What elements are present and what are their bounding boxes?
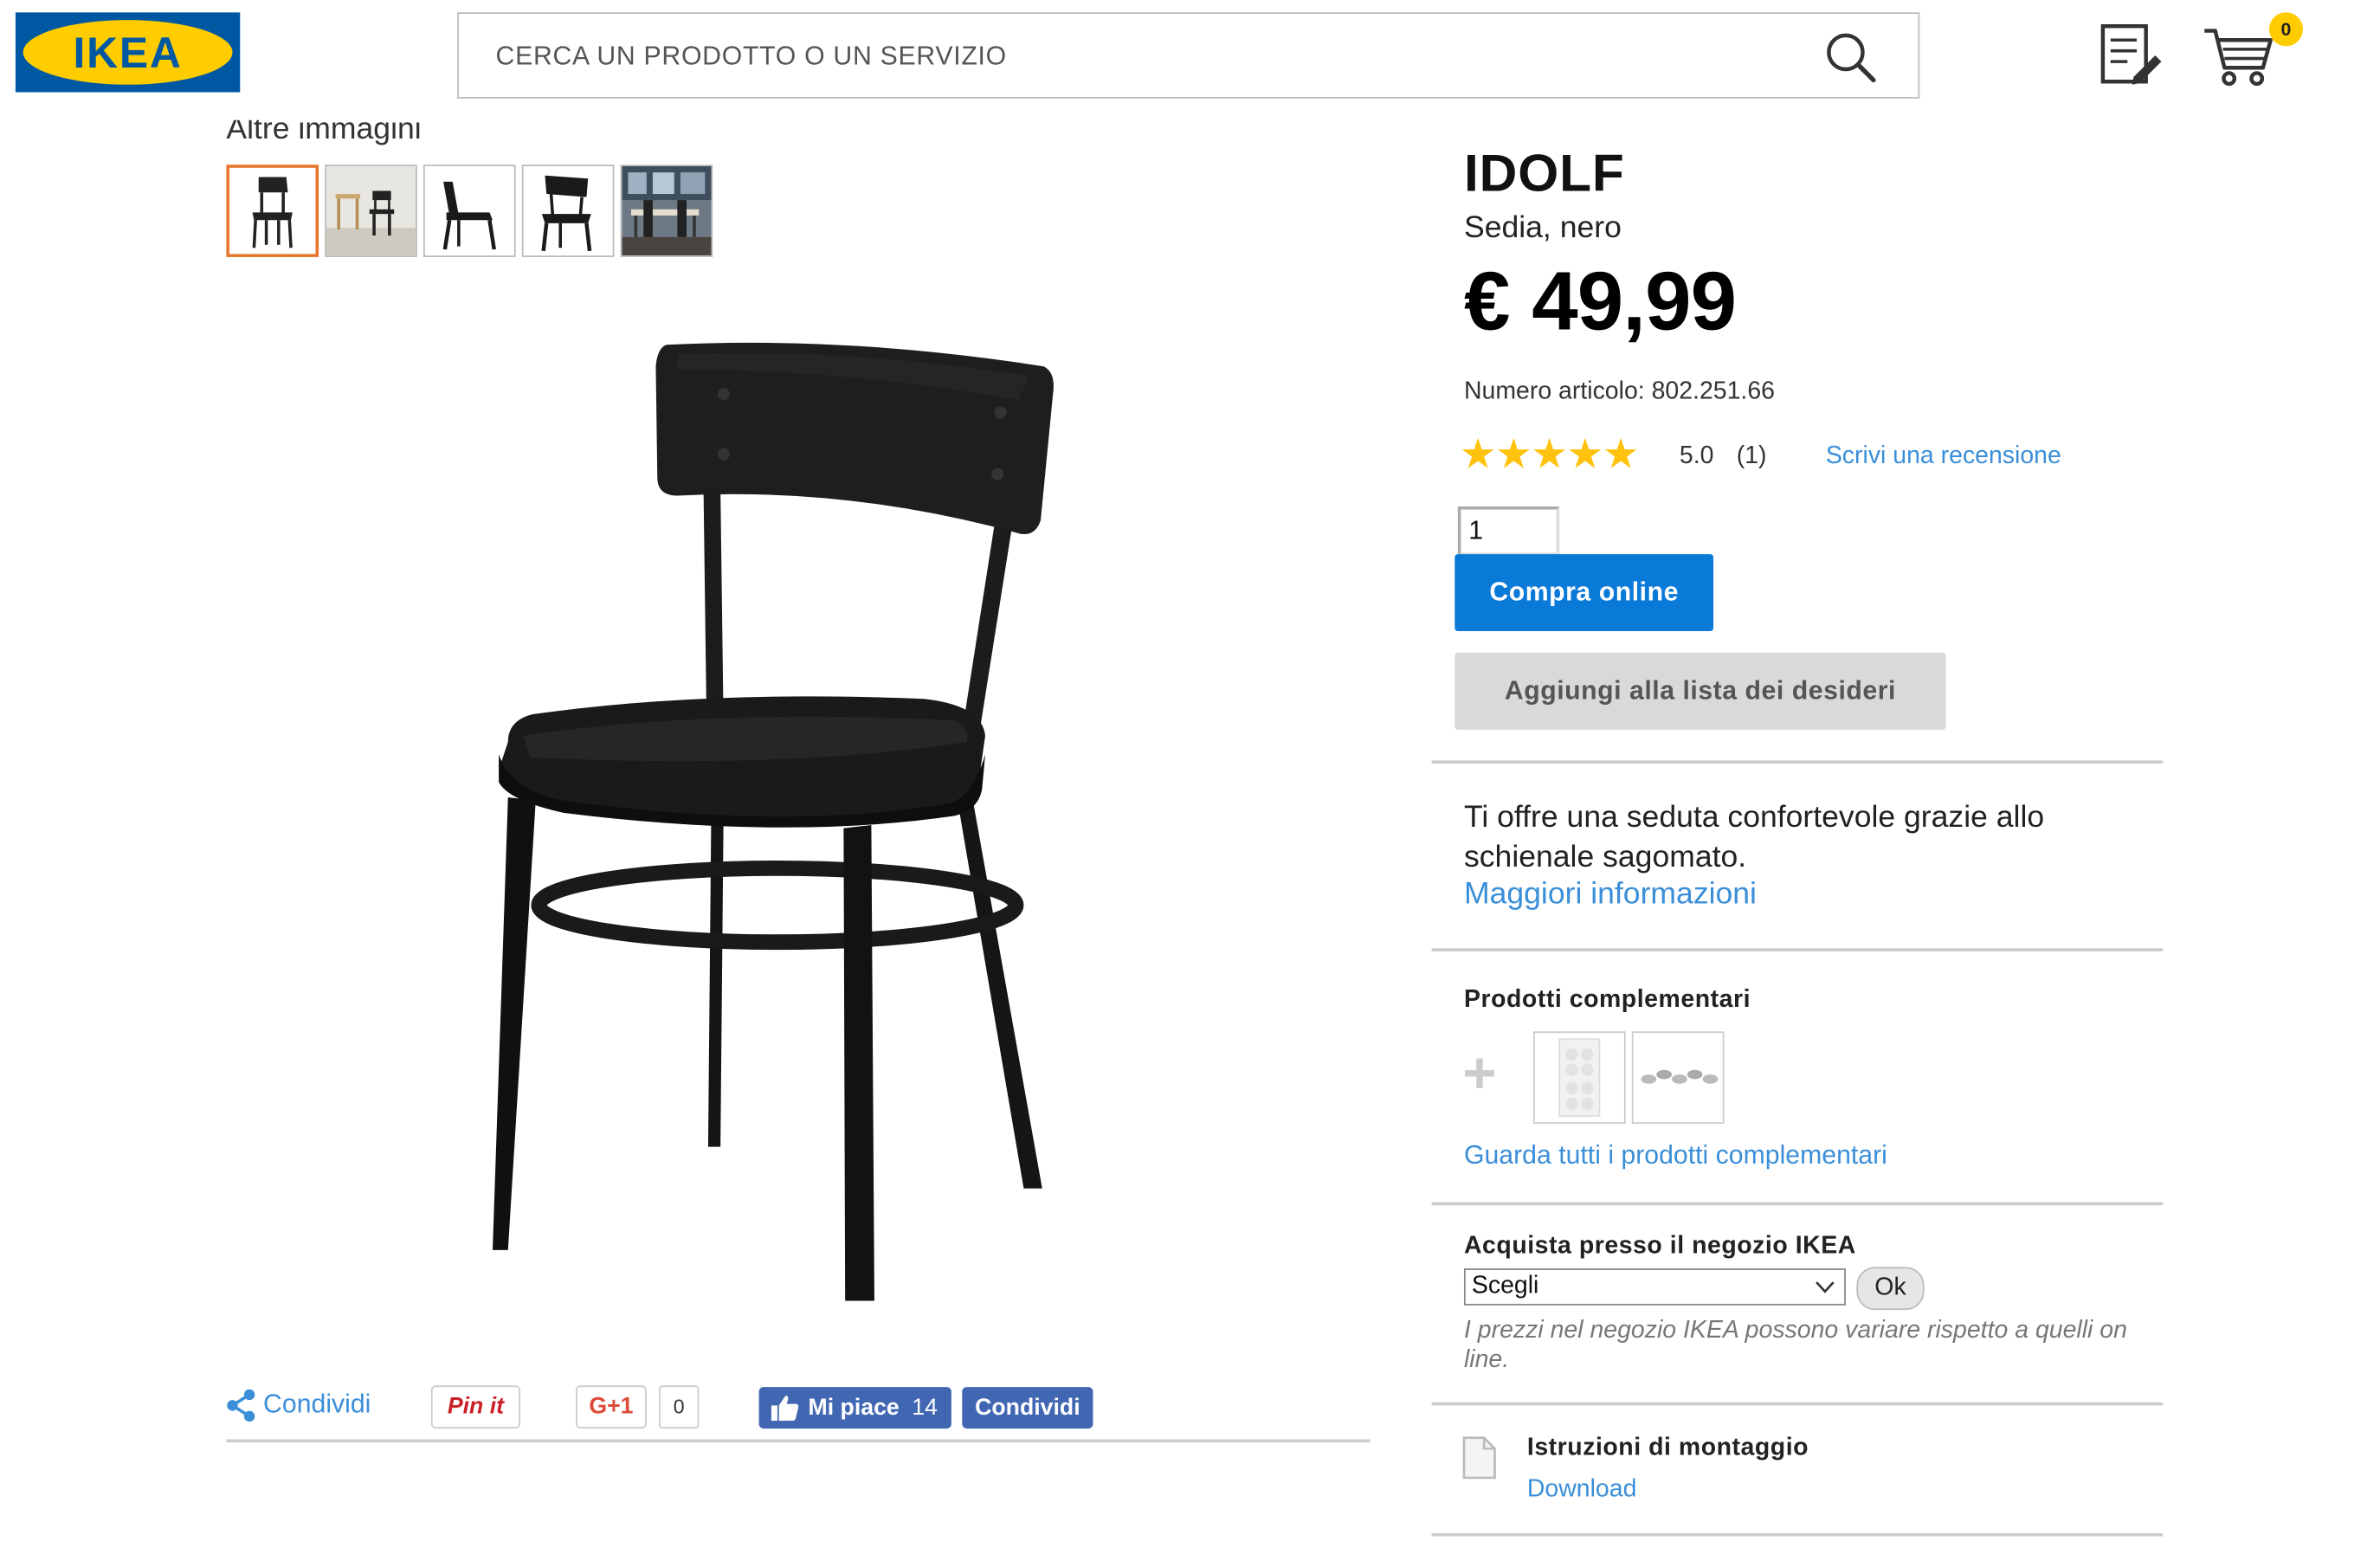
- store-select[interactable]: Scegli: [1463, 1268, 1846, 1306]
- share-label: Condividi: [263, 1389, 371, 1419]
- search-box[interactable]: CERCA UN PRODOTTO O UN SERVIZIO: [457, 12, 1920, 99]
- google-plus-button[interactable]: G+1: [576, 1385, 647, 1429]
- thumbnail-chair-side[interactable]: [422, 164, 516, 257]
- rating-value: 5.0: [1679, 443, 1714, 470]
- share-link[interactable]: Condividi: [226, 1389, 371, 1422]
- divider: [1431, 760, 2164, 764]
- facebook-like-button[interactable]: Mi piace 14: [758, 1387, 951, 1429]
- more-info-link[interactable]: Maggiori informazioni: [1464, 878, 1757, 913]
- store-select-value: Scegli: [1471, 1273, 1539, 1299]
- product-image: [492, 342, 1054, 1301]
- thumbnail-chair-front[interactable]: [226, 164, 319, 257]
- document-icon: [1462, 1436, 1496, 1480]
- assembly-instructions-title: Istruzioni di montaggio: [1526, 1435, 1809, 1461]
- share-icon: [227, 1389, 255, 1422]
- ikea-logo[interactable]: IKEA: [15, 12, 241, 93]
- divider: [1431, 1202, 2164, 1206]
- thumbs-up-icon: [771, 1396, 799, 1422]
- logo-text: IKEA: [74, 29, 183, 77]
- facebook-share-button[interactable]: Condividi: [962, 1387, 1093, 1429]
- other-images-label: Altre immagini: [226, 119, 422, 146]
- quantity-input[interactable]: 1: [1457, 506, 1560, 556]
- shopping-list-icon[interactable]: [2097, 22, 2168, 89]
- article-number: Numero articolo: 802.251.66: [1463, 378, 1775, 405]
- divider: [226, 1439, 1371, 1443]
- write-review-link[interactable]: Scrivi una recensione: [1826, 443, 2061, 471]
- store-price-note: I prezzi nel negozio IKEA possono variar…: [1463, 1318, 2127, 1374]
- complementary-product-floor-protectors[interactable]: [1631, 1031, 1725, 1125]
- complementary-product-felt-pads[interactable]: [1532, 1031, 1626, 1125]
- plus-icon: +: [1462, 1041, 1497, 1107]
- search-input[interactable]: CERCA UN PRODOTTO O UN SERVIZIO: [496, 42, 1007, 73]
- facebook-like-count: 14: [912, 1394, 938, 1422]
- shopping-cart-icon[interactable]: [2202, 22, 2279, 89]
- complementary-products-title: Prodotti complementari: [1463, 986, 1751, 1013]
- rating-stars-icon: ★★★★★: [1459, 430, 1640, 478]
- cart-count-badge: 0: [2268, 12, 2304, 47]
- add-to-wishlist-button[interactable]: Aggiungi alla lista dei desideri: [1454, 652, 1946, 730]
- search-icon[interactable]: [1822, 29, 1878, 85]
- chevron-down-icon: [1816, 1281, 1835, 1293]
- thumbnail-chair-three-quarter[interactable]: [521, 164, 615, 257]
- divider: [1431, 948, 2164, 951]
- thumbnail-dining-room[interactable]: [620, 164, 713, 257]
- thumbnail-chair-with-table[interactable]: [325, 164, 417, 257]
- see-all-complementary-link[interactable]: Guarda tutti i prodotti complementari: [1464, 1141, 1887, 1172]
- store-purchase-title: Acquista presso il negozio IKEA: [1463, 1233, 1856, 1260]
- download-link[interactable]: Download: [1527, 1476, 1637, 1504]
- product-name: IDOLF: [1463, 145, 1625, 203]
- pinterest-button[interactable]: Pin it: [430, 1385, 520, 1429]
- divider: [1431, 1532, 2164, 1537]
- product-description: Ti offre una seduta confortevole grazie …: [1463, 800, 2045, 874]
- buy-online-button[interactable]: Compra online: [1454, 554, 1714, 632]
- divider: [1431, 1402, 2164, 1406]
- store-ok-button[interactable]: Ok: [1856, 1267, 1925, 1311]
- product-price: € 49,99: [1463, 255, 1737, 348]
- product-type: Sedia, nero: [1463, 210, 1622, 245]
- rating-count: (1): [1736, 443, 1767, 470]
- facebook-like-label: Mi piace: [808, 1394, 900, 1422]
- google-plus-count: 0: [659, 1385, 700, 1429]
